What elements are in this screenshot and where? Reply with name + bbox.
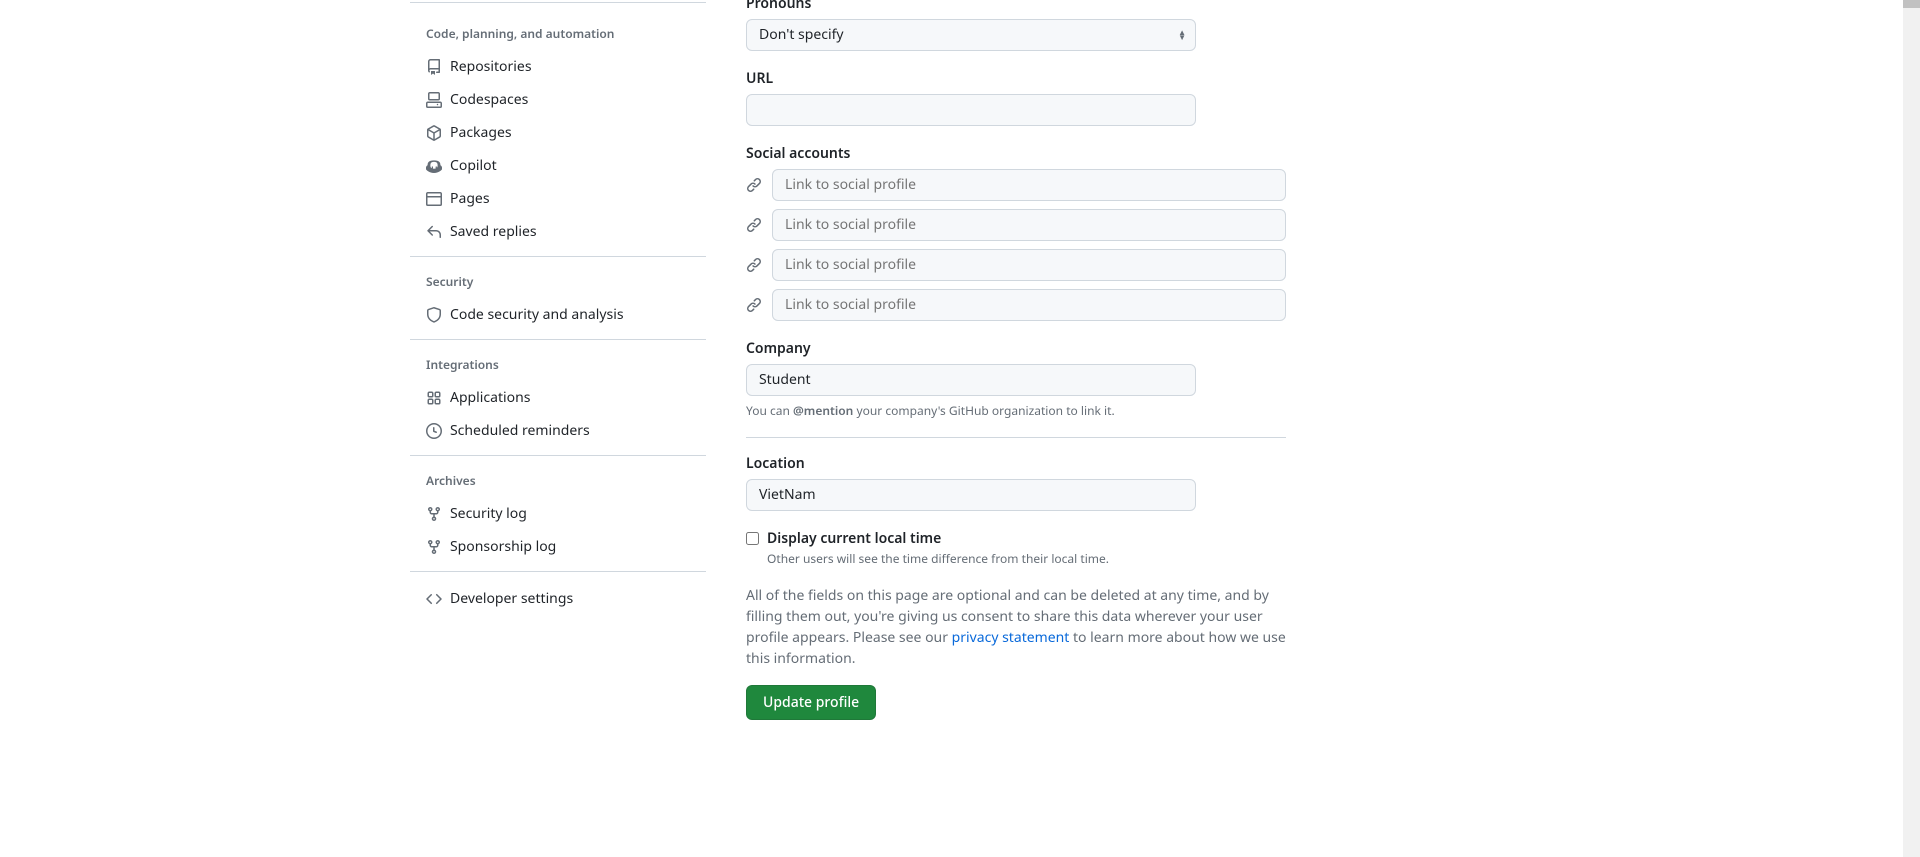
profile-form: Pronouns Don't specify ▲▼ URL Social acc… xyxy=(746,0,1286,760)
sidebar-item-label: Applications xyxy=(450,388,530,407)
social-row-4 xyxy=(746,289,1286,321)
social-row-1 xyxy=(746,169,1286,201)
scrollbar-thumb[interactable] xyxy=(1903,0,1920,8)
sidebar-item-security-log[interactable]: Security log xyxy=(410,497,706,530)
sidebar-divider xyxy=(410,571,706,572)
pronouns-label: Pronouns xyxy=(746,0,1286,13)
sidebar-item-label: Pages xyxy=(450,189,490,208)
sidebar-item-label: Security log xyxy=(450,504,527,523)
browser-icon xyxy=(426,191,442,207)
sidebar-item-label: Repositories xyxy=(450,57,532,76)
form-divider xyxy=(746,437,1286,438)
localtime-label: Display current local time xyxy=(767,529,1109,548)
consent-text: All of the fields on this page are optio… xyxy=(746,585,1286,669)
localtime-sub: Other users will see the time difference… xyxy=(767,550,1109,567)
social-row-2 xyxy=(746,209,1286,241)
localtime-group: Display current local time Other users w… xyxy=(746,529,1286,567)
link-icon xyxy=(746,177,762,193)
codespaces-icon xyxy=(426,92,442,108)
url-input[interactable] xyxy=(746,94,1196,126)
section-heading-security: Security xyxy=(410,265,706,298)
section-heading-code: Code, planning, and automation xyxy=(410,17,706,50)
apps-icon xyxy=(426,390,442,406)
sidebar-divider xyxy=(410,339,706,340)
company-input[interactable] xyxy=(746,364,1196,396)
sidebar-item-sponsorship-log[interactable]: Sponsorship log xyxy=(410,530,706,563)
company-label: Company xyxy=(746,339,1286,358)
clock-icon xyxy=(426,423,442,439)
scrollbar-track xyxy=(1903,0,1920,857)
company-group: Company You can @mention your company's … xyxy=(746,339,1286,419)
sidebar-item-developer-settings[interactable]: Developer settings xyxy=(410,580,706,617)
package-icon xyxy=(426,125,442,141)
url-label: URL xyxy=(746,69,1286,88)
settings-sidebar: Code, planning, and automation Repositor… xyxy=(410,0,706,760)
settings-container: Code, planning, and automation Repositor… xyxy=(410,0,1510,760)
sidebar-divider xyxy=(410,455,706,456)
sidebar-item-applications[interactable]: Applications xyxy=(410,381,706,414)
company-note: You can @mention your company's GitHub o… xyxy=(746,402,1286,419)
sidebar-item-saved-replies[interactable]: Saved replies xyxy=(410,215,706,248)
copilot-icon xyxy=(426,158,442,174)
update-profile-button[interactable]: Update profile xyxy=(746,685,876,720)
sidebar-item-code-security[interactable]: Code security and analysis xyxy=(410,298,706,331)
social-row-3 xyxy=(746,249,1286,281)
sidebar-item-repositories[interactable]: Repositories xyxy=(410,50,706,83)
sidebar-item-label: Codespaces xyxy=(450,90,528,109)
social-accounts-group: Social accounts xyxy=(746,144,1286,321)
sidebar-item-label: Code security and analysis xyxy=(450,305,624,324)
privacy-link[interactable]: privacy statement xyxy=(952,628,1070,647)
social-input-3[interactable] xyxy=(772,249,1286,281)
log-icon xyxy=(426,506,442,522)
pronouns-group: Pronouns Don't specify ▲▼ xyxy=(746,0,1286,51)
code-icon xyxy=(426,591,442,607)
link-icon xyxy=(746,217,762,233)
sidebar-item-label: Sponsorship log xyxy=(450,537,556,556)
sidebar-item-codespaces[interactable]: Codespaces xyxy=(410,83,706,116)
sidebar-divider xyxy=(410,256,706,257)
reply-icon xyxy=(426,224,442,240)
section-heading-integrations: Integrations xyxy=(410,348,706,381)
link-icon xyxy=(746,257,762,273)
shield-icon xyxy=(426,307,442,323)
social-input-1[interactable] xyxy=(772,169,1286,201)
link-icon xyxy=(746,297,762,313)
sidebar-item-pages[interactable]: Pages xyxy=(410,182,706,215)
url-group: URL xyxy=(746,69,1286,126)
location-group: Location xyxy=(746,454,1286,511)
sidebar-item-label: Packages xyxy=(450,123,512,142)
log-icon xyxy=(426,539,442,555)
sidebar-item-packages[interactable]: Packages xyxy=(410,116,706,149)
social-input-4[interactable] xyxy=(772,289,1286,321)
sidebar-item-label: Saved replies xyxy=(450,222,537,241)
sidebar-item-label: Copilot xyxy=(450,156,497,175)
pronouns-select[interactable]: Don't specify xyxy=(746,19,1196,51)
section-heading-archives: Archives xyxy=(410,464,706,497)
sidebar-item-label: Developer settings xyxy=(450,589,573,608)
sidebar-item-scheduled-reminders[interactable]: Scheduled reminders xyxy=(410,414,706,447)
localtime-checkbox[interactable] xyxy=(746,532,759,545)
social-accounts-label: Social accounts xyxy=(746,144,1286,163)
repo-icon xyxy=(426,59,442,75)
sidebar-divider xyxy=(410,2,706,3)
sidebar-item-copilot[interactable]: Copilot xyxy=(410,149,706,182)
sidebar-item-label: Scheduled reminders xyxy=(450,421,590,440)
location-label: Location xyxy=(746,454,1286,473)
social-input-2[interactable] xyxy=(772,209,1286,241)
location-input[interactable] xyxy=(746,479,1196,511)
